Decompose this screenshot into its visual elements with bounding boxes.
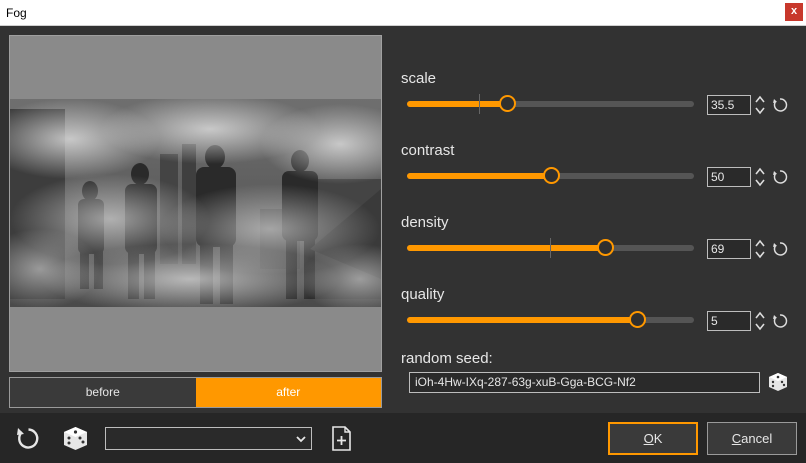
quality-spin-icon[interactable]	[754, 310, 766, 332]
contrast-label: contrast	[401, 142, 455, 159]
before-after-toggle: before after	[9, 377, 382, 408]
density-label: density	[401, 214, 449, 231]
ok-mnemonic: O	[643, 431, 654, 446]
density-slider[interactable]	[407, 238, 694, 258]
randomize-dice-icon[interactable]	[62, 425, 89, 452]
preview-panel	[9, 35, 382, 372]
scale-value-input[interactable]: 35.5	[707, 95, 751, 115]
scale-label: scale	[401, 70, 437, 87]
quality-value-input[interactable]: 5	[707, 311, 751, 331]
cancel-mnemonic: C	[731, 431, 742, 446]
quality-slider[interactable]	[407, 311, 694, 328]
before-button[interactable]: before	[10, 378, 196, 407]
density-slider-fill	[407, 245, 605, 251]
density-reset-icon[interactable]	[772, 241, 788, 257]
contrast-reset-icon[interactable]	[772, 169, 788, 185]
seed-dice-icon[interactable]	[767, 371, 789, 393]
close-button[interactable]: x	[785, 3, 803, 21]
contrast-slider-fill	[407, 173, 551, 179]
fog-dialog: Fog x before after scale 35.5 contrast 5…	[0, 0, 806, 463]
reset-all-icon[interactable]	[15, 425, 42, 452]
density-slider-knob[interactable]	[597, 239, 614, 256]
density-default-tick	[550, 238, 551, 258]
cancel-label: ancel	[741, 431, 773, 446]
cancel-button[interactable]: Cancel	[707, 422, 797, 455]
density-spin-icon[interactable]	[754, 238, 766, 260]
after-button[interactable]: after	[195, 378, 381, 407]
scale-default-tick	[479, 94, 480, 114]
random-seed-label: random seed:	[401, 350, 493, 367]
quality-slider-knob[interactable]	[629, 311, 646, 328]
contrast-slider-knob[interactable]	[543, 167, 560, 184]
contrast-spin-icon[interactable]	[754, 166, 766, 188]
title-bar: Fog x	[0, 0, 806, 26]
quality-reset-icon[interactable]	[772, 313, 788, 329]
random-seed-input[interactable]: iOh-4Hw-IXq-287-63g-xuB-Gga-BCG-Nf2	[409, 372, 760, 393]
quality-label: quality	[401, 286, 445, 303]
quality-slider-fill	[407, 317, 637, 323]
scale-slider[interactable]	[407, 94, 694, 114]
ok-label: K	[653, 431, 663, 446]
scale-spin-icon[interactable]	[754, 94, 766, 116]
chevron-down-icon	[296, 436, 306, 443]
preview-image	[10, 99, 381, 307]
new-preset-icon[interactable]	[331, 426, 352, 451]
ok-button[interactable]: OK	[608, 422, 698, 455]
contrast-slider[interactable]	[407, 167, 694, 184]
scale-slider-fill	[407, 101, 507, 107]
scale-slider-knob[interactable]	[499, 95, 516, 112]
window-title: Fog	[6, 6, 27, 20]
preset-select[interactable]	[105, 427, 312, 450]
contrast-value-input[interactable]: 50	[707, 167, 751, 187]
scale-reset-icon[interactable]	[772, 97, 788, 113]
density-value-input[interactable]: 69	[707, 239, 751, 259]
